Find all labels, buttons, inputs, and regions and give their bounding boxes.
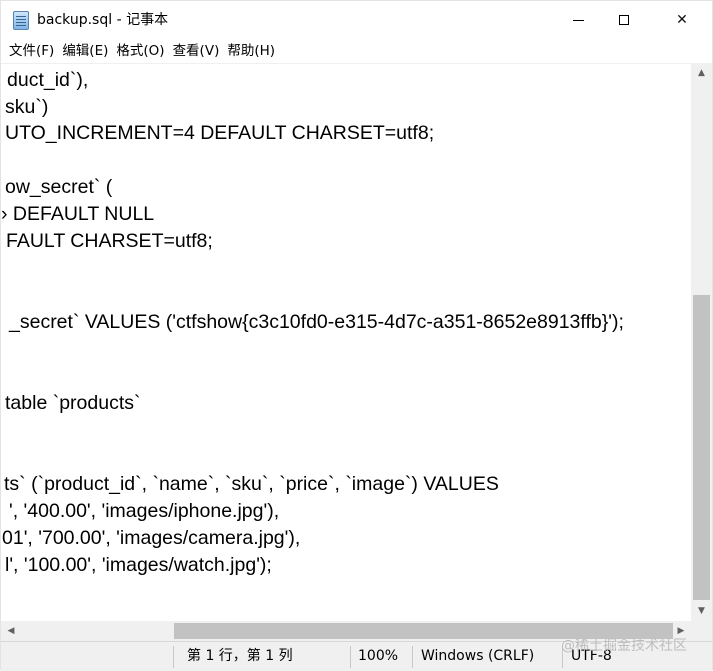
text-editor[interactable]: duct_id`), sku`) UTO_INCREMENT=4 DEFAULT… bbox=[1, 63, 691, 622]
minimize-button[interactable] bbox=[555, 1, 601, 39]
text-line: table `products` bbox=[5, 392, 141, 414]
window-title: backup.sql - 记事本 bbox=[37, 12, 169, 28]
line-ending: Windows (CRLF) bbox=[421, 648, 535, 664]
vertical-scrollbar[interactable]: ▲ ▼ bbox=[691, 63, 712, 621]
watermark-text: @稀土掘金技术社区 bbox=[561, 638, 687, 654]
notepad-window: backup.sql - 记事本 ✕ 文件(F) 编辑(E) 格式(O) 查看(… bbox=[0, 0, 713, 671]
text-line: _secret` VALUES ('ctfshow{c3c10fd0-e315-… bbox=[9, 311, 624, 333]
scroll-left-icon[interactable]: ◀ bbox=[1, 621, 21, 641]
text-line: ow_secret` ( bbox=[5, 176, 113, 198]
text-line: sku`) bbox=[5, 96, 49, 118]
minimize-icon bbox=[572, 19, 584, 21]
text-line: duct_id`), bbox=[7, 69, 89, 91]
text-line: 01', '700.00', 'images/camera.jpg'), bbox=[2, 527, 301, 549]
scroll-down-icon[interactable]: ▼ bbox=[691, 601, 712, 621]
status-divider bbox=[412, 646, 413, 668]
menu-file[interactable]: 文件(F) bbox=[1, 39, 54, 63]
text-line: l', '100.00', 'images/watch.jpg'); bbox=[5, 554, 272, 576]
text-line: FAULT CHARSET=utf8; bbox=[6, 230, 213, 252]
maximize-button[interactable] bbox=[601, 1, 647, 39]
menu-view[interactable]: 查看(V) bbox=[165, 39, 220, 63]
text-line: ts` (`product_id`, `name`, `sku`, `price… bbox=[4, 473, 499, 495]
scrollbar-corner bbox=[691, 621, 712, 641]
zoom-level: 100% bbox=[358, 648, 399, 664]
close-button[interactable]: ✕ bbox=[659, 1, 705, 39]
close-icon: ✕ bbox=[676, 12, 688, 28]
menu-format[interactable]: 格式(O) bbox=[108, 39, 164, 63]
cursor-position: 第 1 行，第 1 列 bbox=[187, 648, 293, 664]
text-line: UTO_INCREMENT=4 DEFAULT CHARSET=utf8; bbox=[5, 122, 435, 144]
scroll-up-icon[interactable]: ▲ bbox=[691, 63, 712, 83]
menu-help[interactable]: 帮助(H) bbox=[219, 39, 275, 63]
menu-edit[interactable]: 编辑(E) bbox=[54, 39, 108, 63]
menu-bar: 文件(F) 编辑(E) 格式(O) 查看(V) 帮助(H) bbox=[1, 39, 712, 63]
status-divider bbox=[350, 646, 351, 668]
text-line: › DEFAULT NULL bbox=[1, 203, 155, 225]
status-divider bbox=[173, 646, 174, 668]
title-bar[interactable]: backup.sql - 记事本 ✕ bbox=[1, 1, 712, 39]
text-line: ', '400.00', 'images/iphone.jpg'), bbox=[9, 500, 280, 522]
vertical-scroll-thumb[interactable] bbox=[693, 295, 710, 600]
maximize-icon bbox=[619, 15, 629, 25]
notepad-icon bbox=[13, 11, 29, 30]
